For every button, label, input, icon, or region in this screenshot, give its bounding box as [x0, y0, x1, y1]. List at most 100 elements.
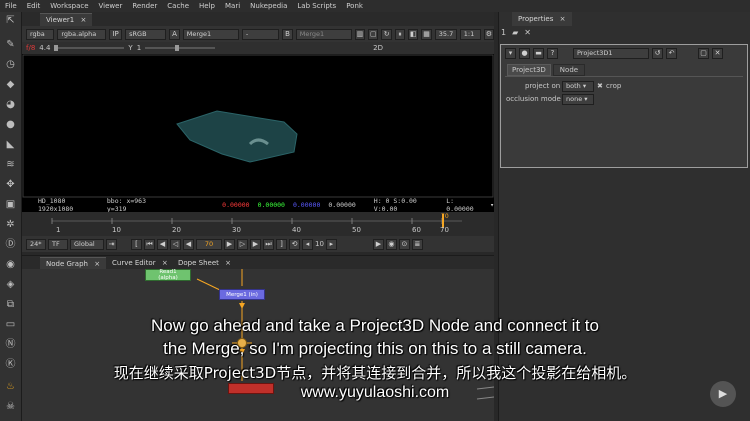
close-icon[interactable]: ×: [80, 16, 86, 24]
help-icon[interactable]: ?: [547, 48, 558, 59]
step-back-icon[interactable]: ◁: [170, 238, 181, 250]
menu-bar: File Edit Workspace Viewer Render Cache …: [0, 0, 750, 12]
step-forward-icon[interactable]: ▷: [237, 238, 248, 250]
b-input-select[interactable]: Merge1: [295, 28, 352, 40]
play-icon[interactable]: ▶: [224, 238, 235, 250]
crop-checkbox[interactable]: ✖: [597, 82, 603, 90]
float-icon[interactable]: ▬: [533, 48, 544, 59]
skip-forward-icon[interactable]: ▸: [325, 238, 337, 250]
gain-slider[interactable]: [54, 45, 125, 51]
count-icon[interactable]: 1: [501, 28, 506, 37]
brush-icon[interactable]: ◣: [4, 138, 17, 151]
next-key-icon[interactable]: ▶: [250, 238, 261, 250]
wipe-icon[interactable]: ◧: [408, 28, 419, 40]
loop-icon[interactable]: ⟲: [289, 238, 300, 250]
menu-ponk[interactable]: Ponk: [341, 2, 368, 10]
menu-mari[interactable]: Mari: [220, 2, 245, 10]
viewer-settings-icon[interactable]: ⚙: [483, 28, 495, 40]
zoom-select[interactable]: 35.7: [434, 28, 457, 40]
palette-icon[interactable]: ◕: [4, 98, 17, 111]
a-input-select[interactable]: Merge1: [182, 28, 239, 40]
range-select[interactable]: Global: [70, 238, 104, 250]
in-point-icon[interactable]: ⇥: [106, 238, 117, 250]
lock-icon[interactable]: ▰: [512, 28, 518, 37]
deep-icon[interactable]: Ⓓ: [4, 238, 17, 251]
last-frame-icon[interactable]: ⏭: [263, 238, 274, 250]
gamma-slider[interactable]: [145, 45, 216, 51]
fps-select[interactable]: 24*: [26, 238, 46, 250]
prev-key-icon[interactable]: ◀: [157, 238, 168, 250]
move-icon[interactable]: ✥: [4, 178, 17, 191]
step-value[interactable]: 10: [315, 240, 324, 248]
node-circle-icon[interactable]: ●: [519, 48, 530, 59]
checker-icon[interactable]: ▦: [421, 28, 432, 40]
pencil-icon[interactable]: ✎: [4, 38, 17, 51]
viewer-canvas[interactable]: [22, 54, 494, 198]
gamma-value[interactable]: 1: [137, 44, 141, 52]
pause-icon[interactable]: ⏸: [394, 28, 406, 40]
pointer-icon[interactable]: ⇱: [4, 14, 17, 27]
cache-icon[interactable]: ≣: [411, 238, 423, 250]
frame-field[interactable]: 70: [196, 238, 222, 250]
menu-help[interactable]: Help: [194, 2, 220, 10]
close-icon[interactable]: ×: [225, 259, 231, 267]
node-name-field[interactable]: Project3D1: [573, 48, 649, 59]
skip-back-icon[interactable]: ◂: [302, 238, 313, 250]
tab-viewer1[interactable]: Viewer1 ×: [40, 13, 93, 26]
tab-node[interactable]: Node: [552, 64, 586, 76]
layers-icon[interactable]: ≋: [4, 158, 17, 171]
tf-select[interactable]: TF: [48, 238, 68, 250]
menu-nukepedia[interactable]: Nukepedia: [245, 2, 292, 10]
input-process-button[interactable]: IP: [109, 28, 123, 40]
tab-properties[interactable]: Properties ×: [512, 12, 572, 26]
particles-icon[interactable]: ✲: [4, 218, 17, 231]
render-icon[interactable]: ◉: [385, 238, 397, 250]
circle-icon[interactable]: ●: [4, 118, 17, 131]
shapes-icon[interactable]: ◆: [4, 78, 17, 91]
gain-value[interactable]: 4.4: [39, 44, 50, 52]
menu-workspace[interactable]: Workspace: [45, 2, 93, 10]
menu-cache[interactable]: Cache: [162, 2, 194, 10]
alpha-select[interactable]: rgba.alpha: [57, 28, 107, 40]
revert-icon[interactable]: ↺: [652, 48, 663, 59]
lock-icon[interactable]: ⊙: [398, 238, 410, 250]
menu-viewer[interactable]: Viewer: [94, 2, 128, 10]
clock-icon[interactable]: ◷: [4, 58, 17, 71]
cube-icon[interactable]: ▣: [4, 198, 17, 211]
close-icon[interactable]: ×: [162, 259, 168, 267]
undo-icon[interactable]: ↶: [666, 48, 677, 59]
close-icon[interactable]: ×: [560, 15, 566, 23]
tag-icon[interactable]: ◈: [4, 278, 17, 291]
bracket-icon[interactable]: [: [131, 238, 142, 250]
menu-file[interactable]: File: [0, 2, 22, 10]
fit-icon[interactable]: ▥: [354, 28, 366, 40]
maximize-icon[interactable]: ▢: [698, 48, 709, 59]
refresh-icon[interactable]: ↻: [381, 28, 392, 40]
status-dropdown-icon[interactable]: ▾: [490, 201, 494, 209]
view-mode[interactable]: 2D: [373, 44, 383, 52]
occlusion-mode-select[interactable]: none ▾: [562, 94, 594, 105]
flipbook-icon[interactable]: ▶: [372, 238, 384, 250]
play-back-icon[interactable]: ◀: [183, 238, 194, 250]
timeline[interactable]: 1 10 20 30 40 50 60 70 70: [22, 212, 494, 236]
colorspace-select[interactable]: sRGB: [125, 28, 167, 40]
menu-edit[interactable]: Edit: [22, 2, 46, 10]
menu-render[interactable]: Render: [127, 2, 162, 10]
first-frame-icon[interactable]: ⏮: [144, 238, 155, 250]
toggle-icon[interactable]: ▾: [505, 48, 516, 59]
bracket-close-icon[interactable]: ]: [276, 238, 287, 250]
ratio-select[interactable]: 1:1: [459, 28, 481, 40]
menu-lab-scripts[interactable]: Lab Scripts: [292, 2, 341, 10]
merge-node[interactable]: Merge1 (in): [219, 289, 265, 300]
roi-icon[interactable]: ▢: [368, 28, 379, 40]
read-node[interactable]: Read1 (alpha): [145, 269, 191, 281]
tab-project3d[interactable]: Project3D: [507, 64, 551, 76]
close-icon[interactable]: ×: [94, 260, 100, 268]
channels-select[interactable]: rgba: [26, 28, 55, 40]
merge-icon[interactable]: ⧉: [4, 298, 17, 311]
compare-select[interactable]: -: [241, 28, 280, 40]
views-icon[interactable]: ◉: [4, 258, 17, 271]
clear-icon[interactable]: ✕: [524, 28, 531, 37]
project-on-select[interactable]: both ▾: [562, 81, 594, 92]
panel-close-icon[interactable]: ✕: [712, 48, 723, 59]
